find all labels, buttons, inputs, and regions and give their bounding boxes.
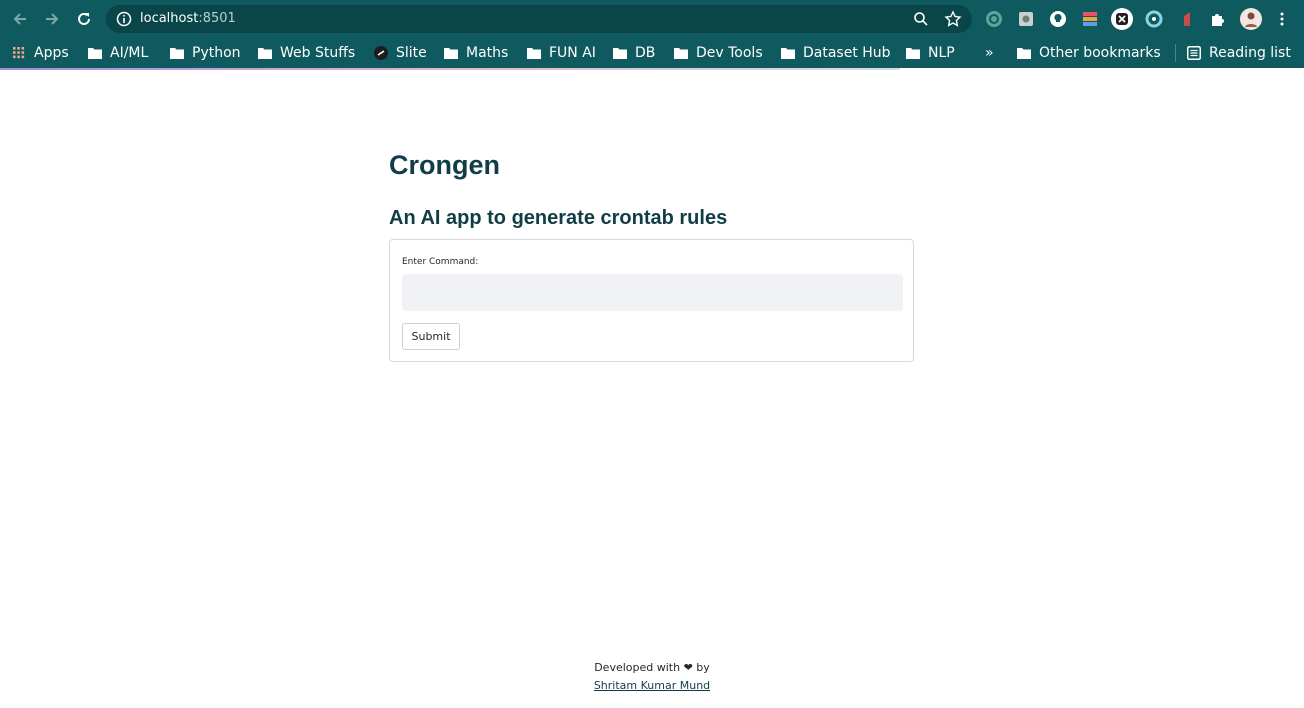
star-icon[interactable] — [944, 10, 962, 28]
folder-icon — [674, 48, 688, 59]
bookmark-label: Maths — [466, 45, 509, 61]
avatar[interactable] — [1240, 8, 1262, 30]
bookmark-label: Web Stuffs — [280, 45, 356, 61]
page-title: Crongen — [389, 150, 500, 180]
grammarly-extension-icon[interactable] — [984, 9, 1004, 29]
bookmark-folder-dev-tools[interactable]: Dev Tools — [674, 43, 763, 63]
command-form: Enter Command: Submit — [389, 239, 914, 362]
folder-icon — [170, 48, 184, 59]
bookmark-label: Dev Tools — [696, 45, 763, 61]
bookmark-folder-dataset-hub[interactable]: Dataset Hub — [781, 43, 891, 63]
arrow-right-icon — [46, 13, 59, 25]
bookmark-label: Python — [192, 45, 241, 61]
bookmarks-divider — [1175, 44, 1176, 62]
loading-strip — [0, 68, 900, 70]
reading-list[interactable]: Reading list — [1187, 43, 1291, 63]
bookmark-label: DB — [635, 45, 656, 61]
other-bookmarks-label: Other bookmarks — [1039, 45, 1161, 61]
bookmark-label: Apps — [34, 45, 69, 61]
bookmark-apps[interactable]: Apps — [12, 43, 69, 63]
footer-text: Developed with ❤ by — [594, 661, 710, 674]
forward-button[interactable] — [40, 7, 64, 31]
zoom-icon[interactable] — [912, 10, 930, 28]
info-icon — [116, 11, 132, 27]
bookmark-label: Dataset Hub — [803, 45, 891, 61]
apps-grid-icon — [13, 47, 25, 59]
bookmark-folder-web-stuffs[interactable]: Web Stuffs — [258, 43, 355, 63]
colorful-extension-icon[interactable] — [1080, 9, 1100, 29]
x-extension-icon[interactable] — [1110, 7, 1134, 31]
bookmark-label: FUN AI — [549, 45, 596, 61]
menu-icon[interactable] — [1272, 9, 1292, 29]
reload-icon — [78, 12, 90, 25]
reading-list-label: Reading list — [1209, 45, 1291, 61]
url-port: :8501 — [198, 11, 236, 26]
reading-list-icon — [1187, 46, 1201, 60]
bookmark-label: AI/ML — [110, 45, 149, 61]
bookmark-folder-fun-ai[interactable]: FUN AI — [527, 43, 596, 63]
lightbulb-extension-icon[interactable] — [1048, 9, 1068, 29]
back-button[interactable] — [8, 7, 32, 31]
folder-icon — [88, 48, 102, 59]
command-label: Enter Command: — [402, 257, 479, 267]
reload-button[interactable] — [72, 7, 96, 31]
page-subtitle: An AI app to generate crontab rules — [389, 207, 728, 229]
folder-icon — [1017, 48, 1031, 59]
folder-icon — [781, 48, 795, 59]
slite-icon — [374, 46, 388, 60]
bookmarks-overflow-button[interactable]: » — [985, 43, 994, 63]
bookmark-label: NLP — [928, 45, 955, 61]
folder-icon — [444, 48, 458, 59]
address-bar[interactable]: localhost:8501 — [106, 5, 972, 33]
folder-icon — [906, 48, 920, 59]
bookmark-folder-db[interactable]: DB — [613, 43, 655, 63]
bookmark-label: Slite — [396, 45, 427, 61]
bookmarks-bar: Apps AI/ML Python Web Stuffs Slite Maths… — [0, 38, 1304, 68]
footer: Developed with ❤ by Shritam Kumar Mund — [0, 659, 1304, 695]
arrow-left-icon — [13, 13, 26, 25]
bookmark-folder-python[interactable]: Python — [170, 43, 241, 63]
folder-icon — [258, 48, 272, 59]
bookmark-slite[interactable]: Slite — [374, 43, 427, 63]
other-bookmarks[interactable]: Other bookmarks — [1017, 43, 1161, 63]
browser-toolbar: localhost:8501 — [0, 0, 1304, 38]
submit-button[interactable]: Submit — [402, 323, 460, 350]
bookmark-folder-nlp[interactable]: NLP — [906, 43, 955, 63]
bookmark-folder-maths[interactable]: Maths — [444, 43, 508, 63]
command-input[interactable] — [402, 274, 903, 311]
address-url: localhost:8501 — [140, 10, 236, 28]
folder-icon — [613, 48, 627, 59]
chrome-bottom-strip — [0, 68, 1304, 72]
folder-icon — [527, 48, 541, 59]
puzzle-icon[interactable] — [1208, 9, 1228, 29]
sync-extension-icon[interactable] — [1144, 9, 1164, 29]
screenshot-extension-icon[interactable] — [1016, 9, 1036, 29]
url-host: localhost — [140, 11, 199, 26]
red-extension-icon[interactable] — [1178, 9, 1198, 29]
author-link[interactable]: Shritam Kumar Mund — [594, 677, 710, 695]
browser-chrome: localhost:8501 Apps AI/ML Python Web Stu… — [0, 0, 1304, 72]
bookmark-folder-aiml[interactable]: AI/ML — [88, 43, 148, 63]
